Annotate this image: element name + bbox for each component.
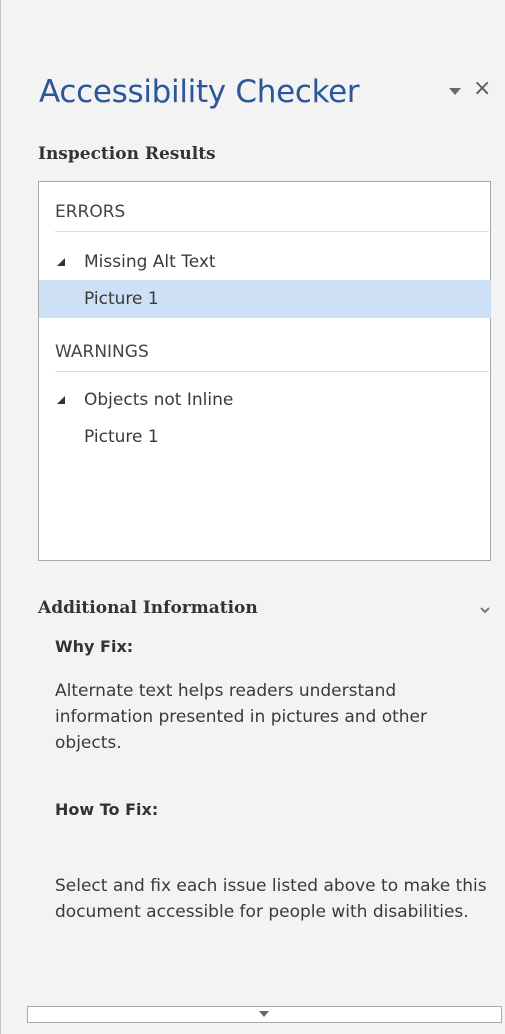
inspection-results-heading: Inspection Results bbox=[38, 144, 216, 164]
close-pane-button[interactable]: × bbox=[473, 76, 495, 102]
issue-item-label: Picture 1 bbox=[84, 427, 159, 447]
why-fix-text: Alternate text helps readers understand … bbox=[55, 681, 428, 753]
errors-group-header: ERRORS bbox=[55, 202, 489, 232]
expanded-triangle-icon[interactable] bbox=[56, 395, 66, 405]
additional-information-header[interactable]: Additional Information bbox=[38, 598, 496, 624]
issue-label: Objects not Inline bbox=[84, 390, 234, 410]
pane-options-button[interactable] bbox=[445, 80, 467, 102]
issue-item-picture-1[interactable]: Picture 1 bbox=[39, 418, 491, 456]
inspection-results-list[interactable]: ERRORS Missing Alt Text Picture 1 WARNIN… bbox=[38, 181, 491, 561]
chevron-down-icon[interactable] bbox=[478, 605, 492, 617]
dropdown-triangle-icon bbox=[449, 88, 461, 95]
pane-title: Accessibility Checker bbox=[39, 74, 360, 110]
warnings-group-header: WARNINGS bbox=[55, 342, 489, 372]
additional-information-heading: Additional Information bbox=[38, 598, 258, 618]
scroll-down-button[interactable] bbox=[27, 1006, 502, 1023]
scroll-down-arrow-icon bbox=[259, 1011, 269, 1017]
issue-item-picture-1-selected[interactable]: Picture 1 bbox=[39, 280, 491, 318]
how-to-fix-heading: How To Fix: bbox=[55, 800, 159, 819]
issue-objects-not-inline[interactable]: Objects not Inline bbox=[55, 381, 491, 419]
how-to-fix-text: Select and fix each issue listed above t… bbox=[55, 876, 487, 922]
accessibility-checker-pane: Accessibility Checker × Inspection Resul… bbox=[0, 0, 505, 1034]
issue-item-label: Picture 1 bbox=[84, 289, 159, 309]
why-fix-heading: Why Fix: bbox=[55, 637, 134, 656]
issue-missing-alt-text[interactable]: Missing Alt Text bbox=[55, 243, 491, 281]
issue-label: Missing Alt Text bbox=[84, 252, 216, 272]
expanded-triangle-icon[interactable] bbox=[56, 257, 66, 267]
